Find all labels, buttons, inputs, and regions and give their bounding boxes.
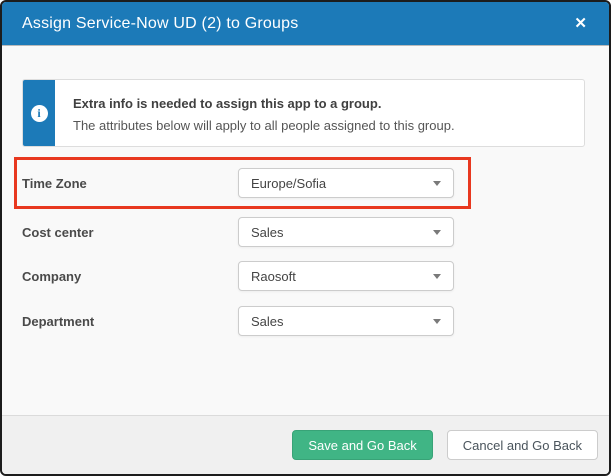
cancel-and-go-back-button[interactable]: Cancel and Go Back: [447, 430, 598, 460]
info-banner-title: Extra info is needed to assign this app …: [73, 96, 574, 111]
time-zone-value: Europe/Sofia: [251, 176, 326, 191]
form-row-department: Department Sales: [22, 306, 454, 336]
chevron-down-icon: [433, 181, 441, 186]
info-banner-body: Extra info is needed to assign this app …: [55, 80, 584, 146]
save-and-go-back-button[interactable]: Save and Go Back: [292, 430, 432, 460]
form-row-cost-center: Cost center Sales: [22, 217, 454, 247]
time-zone-select[interactable]: Europe/Sofia: [238, 168, 454, 198]
close-icon: ✕: [574, 15, 587, 32]
chevron-down-icon: [433, 319, 441, 324]
company-label: Company: [22, 269, 238, 284]
close-button[interactable]: ✕: [570, 12, 591, 35]
info-banner-subtitle: The attributes below will apply to all p…: [73, 118, 574, 133]
info-icon: i: [31, 105, 48, 122]
department-select[interactable]: Sales: [238, 306, 454, 336]
info-banner-accent-strip: i: [23, 80, 55, 146]
form-row-company: Company Raosoft: [22, 261, 454, 291]
department-label: Department: [22, 314, 238, 329]
company-select[interactable]: Raosoft: [238, 261, 454, 291]
cost-center-label: Cost center: [22, 225, 238, 240]
dialog-footer: Save and Go Back Cancel and Go Back: [2, 415, 609, 474]
dialog-header: Assign Service-Now UD (2) to Groups ✕: [2, 2, 609, 45]
cost-center-select[interactable]: Sales: [238, 217, 454, 247]
chevron-down-icon: [433, 274, 441, 279]
dialog-title: Assign Service-Now UD (2) to Groups: [22, 15, 570, 33]
info-banner: i Extra info is needed to assign this ap…: [22, 79, 585, 147]
time-zone-label: Time Zone: [22, 176, 238, 191]
chevron-down-icon: [433, 230, 441, 235]
assign-app-to-groups-dialog: Assign Service-Now UD (2) to Groups ✕ i …: [0, 0, 611, 476]
company-value: Raosoft: [251, 269, 296, 284]
cost-center-value: Sales: [251, 225, 284, 240]
form-row-time-zone: Time Zone Europe/Sofia: [22, 168, 454, 198]
department-value: Sales: [251, 314, 284, 329]
